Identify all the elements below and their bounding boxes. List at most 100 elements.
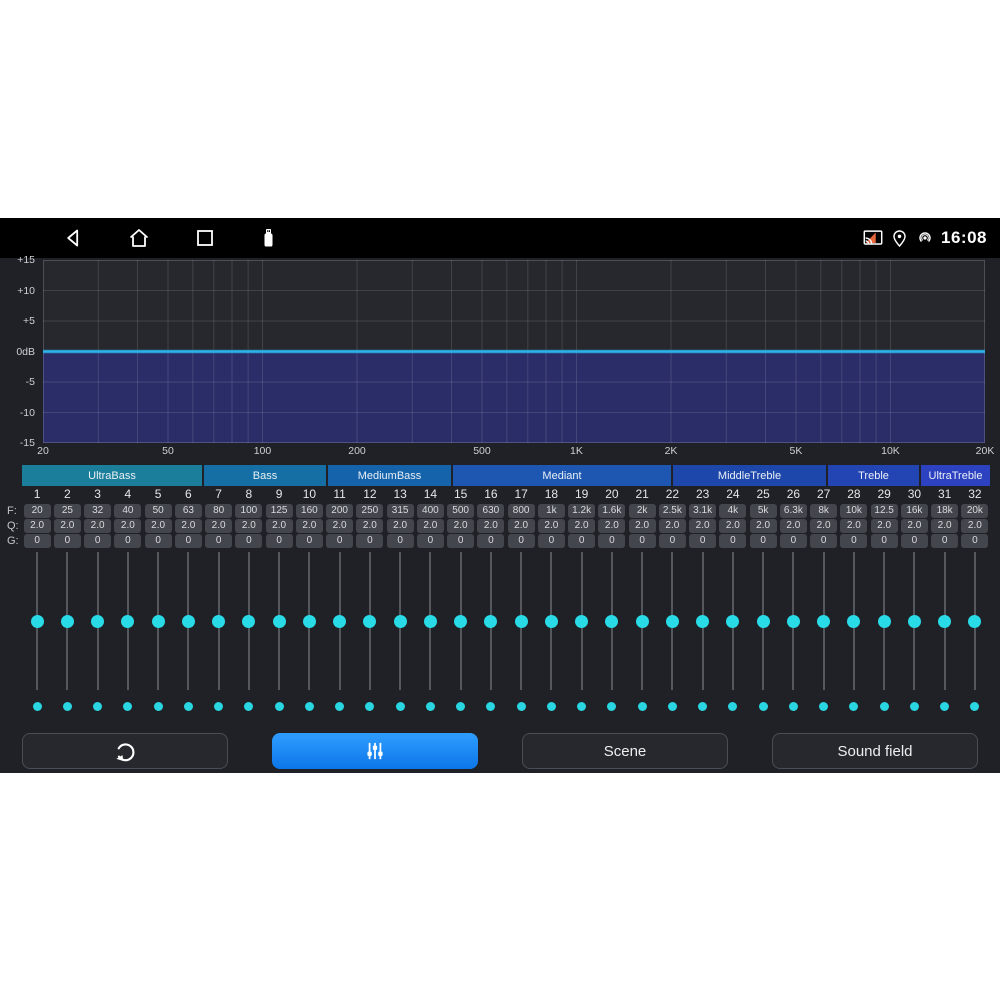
gain-slider-12[interactable] [355,552,385,690]
channel-dot-9[interactable] [264,702,294,712]
freq-value[interactable]: 80 [205,504,232,518]
slider-knob[interactable] [636,615,649,628]
slider-knob[interactable] [273,615,286,628]
channel-dot-14[interactable] [415,702,445,712]
freq-value[interactable]: 500 [447,504,474,518]
freq-value[interactable]: 16k [901,504,928,518]
back-icon[interactable] [61,226,85,250]
gain-slider-10[interactable] [294,552,324,690]
slider-knob[interactable] [847,615,860,628]
reset-button[interactable] [22,733,228,769]
gain-value[interactable]: 0 [145,534,172,548]
freq-value[interactable]: 5k [750,504,777,518]
freq-value[interactable]: 3.1k [689,504,716,518]
gain-value[interactable]: 0 [84,534,111,548]
gain-slider-30[interactable] [899,552,929,690]
q-value[interactable]: 2.0 [961,519,988,533]
slider-knob[interactable] [363,615,376,628]
slider-knob[interactable] [152,615,165,628]
slider-knob[interactable] [908,615,921,628]
channel-dot-2[interactable] [52,702,82,712]
channel-dot-24[interactable] [718,702,748,712]
q-value[interactable]: 2.0 [175,519,202,533]
gain-value[interactable]: 0 [629,534,656,548]
slider-knob[interactable] [333,615,346,628]
gain-slider-13[interactable] [385,552,415,690]
gain-slider-24[interactable] [718,552,748,690]
freq-value[interactable]: 4k [719,504,746,518]
channel-dot-17[interactable] [506,702,536,712]
channel-dot-18[interactable] [536,702,566,712]
q-value[interactable]: 2.0 [840,519,867,533]
slider-knob[interactable] [878,615,891,628]
gain-slider-29[interactable] [869,552,899,690]
gain-value[interactable]: 0 [901,534,928,548]
sound-field-button[interactable]: Sound field [772,733,978,769]
gain-value[interactable]: 0 [477,534,504,548]
freq-value[interactable]: 100 [235,504,262,518]
gain-value[interactable]: 0 [356,534,383,548]
q-value[interactable]: 2.0 [356,519,383,533]
slider-knob[interactable] [575,615,588,628]
slider-knob[interactable] [605,615,618,628]
freq-value[interactable]: 2.5k [659,504,686,518]
channel-dot-29[interactable] [869,702,899,712]
gain-value[interactable]: 0 [387,534,414,548]
gain-value[interactable]: 0 [508,534,535,548]
freq-value[interactable]: 160 [296,504,323,518]
gain-value[interactable]: 0 [689,534,716,548]
gain-value[interactable]: 0 [417,534,444,548]
freq-value[interactable]: 40 [114,504,141,518]
channel-dot-25[interactable] [748,702,778,712]
channel-dot-12[interactable] [355,702,385,712]
gain-slider-26[interactable] [778,552,808,690]
q-value[interactable]: 2.0 [387,519,414,533]
gain-slider-21[interactable] [627,552,657,690]
freq-value[interactable]: 2k [629,504,656,518]
q-value[interactable]: 2.0 [629,519,656,533]
recents-icon[interactable] [193,226,217,250]
channel-dot-32[interactable] [960,702,990,712]
gain-slider-20[interactable] [597,552,627,690]
gain-slider-27[interactable] [809,552,839,690]
gain-slider-6[interactable] [173,552,203,690]
q-value[interactable]: 2.0 [145,519,172,533]
band-mediumbass[interactable]: MediumBass [328,465,451,486]
q-value[interactable]: 2.0 [266,519,293,533]
q-value[interactable]: 2.0 [659,519,686,533]
gain-slider-2[interactable] [52,552,82,690]
channel-dot-4[interactable] [113,702,143,712]
gain-slider-8[interactable] [234,552,264,690]
channel-dot-19[interactable] [567,702,597,712]
slider-knob[interactable] [61,615,74,628]
scene-button[interactable]: Scene [522,733,728,769]
gain-value[interactable]: 0 [205,534,232,548]
gain-slider-32[interactable] [960,552,990,690]
gain-value[interactable]: 0 [931,534,958,548]
freq-value[interactable]: 20k [961,504,988,518]
channel-dot-8[interactable] [234,702,264,712]
band-treble[interactable]: Treble [828,465,919,486]
freq-value[interactable]: 25 [54,504,81,518]
gain-slider-28[interactable] [839,552,869,690]
q-value[interactable]: 2.0 [508,519,535,533]
gain-value[interactable]: 0 [840,534,867,548]
channel-dot-13[interactable] [385,702,415,712]
gain-slider-19[interactable] [567,552,597,690]
q-value[interactable]: 2.0 [719,519,746,533]
band-ultrabass[interactable]: UltraBass [22,465,202,486]
q-value[interactable]: 2.0 [871,519,898,533]
channel-dot-26[interactable] [778,702,808,712]
q-value[interactable]: 2.0 [689,519,716,533]
gain-value[interactable]: 0 [114,534,141,548]
slider-knob[interactable] [303,615,316,628]
channel-dot-1[interactable] [22,702,52,712]
channel-dot-30[interactable] [899,702,929,712]
gain-value[interactable]: 0 [296,534,323,548]
slider-knob[interactable] [666,615,679,628]
gain-value[interactable]: 0 [810,534,837,548]
channel-dot-10[interactable] [294,702,324,712]
gain-value[interactable]: 0 [961,534,988,548]
band-middletreble[interactable]: MiddleTreble [673,465,826,486]
q-value[interactable]: 2.0 [598,519,625,533]
